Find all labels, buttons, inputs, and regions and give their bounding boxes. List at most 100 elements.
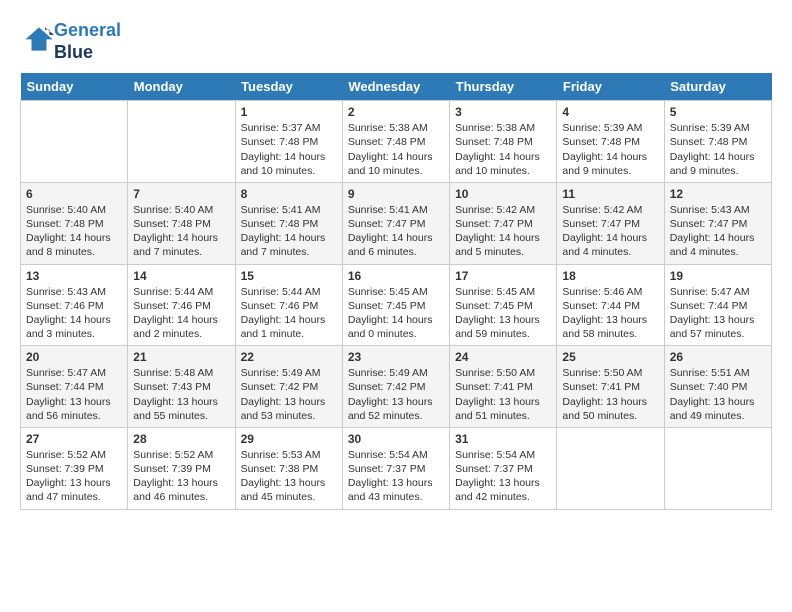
day-info-line: Daylight: 14 hours xyxy=(348,313,444,327)
day-number: 27 xyxy=(26,432,122,446)
day-info-line: Sunrise: 5:49 AM xyxy=(241,366,337,380)
day-info-line: Sunrise: 5:51 AM xyxy=(670,366,766,380)
day-number: 22 xyxy=(241,350,337,364)
calendar-cell: 8Sunrise: 5:41 AMSunset: 7:48 PMDaylight… xyxy=(235,182,342,264)
calendar-cell xyxy=(557,427,664,509)
day-info-line: and 57 minutes. xyxy=(670,327,766,341)
day-info-line: and 9 minutes. xyxy=(670,164,766,178)
day-info-line: and 9 minutes. xyxy=(562,164,658,178)
calendar-cell xyxy=(128,101,235,183)
day-info-line: Sunset: 7:48 PM xyxy=(133,217,229,231)
day-info-line: and 45 minutes. xyxy=(241,490,337,504)
day-info-line: Sunset: 7:45 PM xyxy=(348,299,444,313)
calendar-cell: 30Sunrise: 5:54 AMSunset: 7:37 PMDayligh… xyxy=(342,427,449,509)
day-number: 13 xyxy=(26,269,122,283)
day-info-line: Sunrise: 5:39 AM xyxy=(562,121,658,135)
day-info-line: Sunrise: 5:50 AM xyxy=(455,366,551,380)
day-info-line: and 49 minutes. xyxy=(670,409,766,423)
calendar-cell: 24Sunrise: 5:50 AMSunset: 7:41 PMDayligh… xyxy=(450,346,557,428)
calendar-cell: 1Sunrise: 5:37 AMSunset: 7:48 PMDaylight… xyxy=(235,101,342,183)
weekday-header-sunday: Sunday xyxy=(21,73,128,101)
day-number: 10 xyxy=(455,187,551,201)
day-number: 16 xyxy=(348,269,444,283)
calendar-cell: 11Sunrise: 5:42 AMSunset: 7:47 PMDayligh… xyxy=(557,182,664,264)
day-info-line: Sunrise: 5:43 AM xyxy=(670,203,766,217)
calendar-cell: 7Sunrise: 5:40 AMSunset: 7:48 PMDaylight… xyxy=(128,182,235,264)
day-info-line: Sunset: 7:44 PM xyxy=(562,299,658,313)
calendar-cell: 3Sunrise: 5:38 AMSunset: 7:48 PMDaylight… xyxy=(450,101,557,183)
day-info-line: Sunrise: 5:37 AM xyxy=(241,121,337,135)
day-info-line: Daylight: 14 hours xyxy=(133,313,229,327)
day-info-line: and 10 minutes. xyxy=(455,164,551,178)
day-number: 18 xyxy=(562,269,658,283)
day-info-line: and 50 minutes. xyxy=(562,409,658,423)
day-number: 6 xyxy=(26,187,122,201)
day-info-line: and 10 minutes. xyxy=(348,164,444,178)
day-info-line: Sunset: 7:48 PM xyxy=(241,217,337,231)
day-number: 20 xyxy=(26,350,122,364)
day-number: 1 xyxy=(241,105,337,119)
day-info-line: Daylight: 14 hours xyxy=(26,313,122,327)
day-info-line: Sunset: 7:45 PM xyxy=(455,299,551,313)
day-info-line: Sunrise: 5:40 AM xyxy=(133,203,229,217)
calendar-cell: 28Sunrise: 5:52 AMSunset: 7:39 PMDayligh… xyxy=(128,427,235,509)
day-info-line: Daylight: 13 hours xyxy=(562,313,658,327)
calendar-cell: 31Sunrise: 5:54 AMSunset: 7:37 PMDayligh… xyxy=(450,427,557,509)
calendar-cell: 2Sunrise: 5:38 AMSunset: 7:48 PMDaylight… xyxy=(342,101,449,183)
day-number: 8 xyxy=(241,187,337,201)
day-info-line: Daylight: 14 hours xyxy=(348,150,444,164)
day-info-line: and 2 minutes. xyxy=(133,327,229,341)
day-info-line: Sunset: 7:48 PM xyxy=(455,135,551,149)
day-info-line: Sunrise: 5:53 AM xyxy=(241,448,337,462)
day-info-line: and 4 minutes. xyxy=(670,245,766,259)
day-info-line: Sunrise: 5:52 AM xyxy=(133,448,229,462)
day-info-line: Sunset: 7:46 PM xyxy=(241,299,337,313)
day-info-line: Sunrise: 5:49 AM xyxy=(348,366,444,380)
calendar-cell: 29Sunrise: 5:53 AMSunset: 7:38 PMDayligh… xyxy=(235,427,342,509)
day-info-line: Daylight: 13 hours xyxy=(241,395,337,409)
day-info-line: and 59 minutes. xyxy=(455,327,551,341)
day-info-line: Sunrise: 5:50 AM xyxy=(562,366,658,380)
day-number: 7 xyxy=(133,187,229,201)
day-info-line: Daylight: 13 hours xyxy=(241,476,337,490)
day-info-line: and 43 minutes. xyxy=(348,490,444,504)
page-header: GeneralBlue xyxy=(20,20,772,63)
weekday-header-monday: Monday xyxy=(128,73,235,101)
weekday-header-friday: Friday xyxy=(557,73,664,101)
day-info-line: Sunrise: 5:44 AM xyxy=(133,285,229,299)
calendar-cell: 25Sunrise: 5:50 AMSunset: 7:41 PMDayligh… xyxy=(557,346,664,428)
day-info-line: Daylight: 14 hours xyxy=(241,231,337,245)
calendar-cell: 22Sunrise: 5:49 AMSunset: 7:42 PMDayligh… xyxy=(235,346,342,428)
day-info-line: and 46 minutes. xyxy=(133,490,229,504)
day-info-line: and 1 minute. xyxy=(241,327,337,341)
day-info-line: and 55 minutes. xyxy=(133,409,229,423)
day-info-line: Sunrise: 5:45 AM xyxy=(348,285,444,299)
calendar-cell: 6Sunrise: 5:40 AMSunset: 7:48 PMDaylight… xyxy=(21,182,128,264)
day-info-line: Sunrise: 5:54 AM xyxy=(348,448,444,462)
day-info-line: Daylight: 13 hours xyxy=(455,395,551,409)
day-info-line: Sunset: 7:39 PM xyxy=(133,462,229,476)
day-info-line: and 5 minutes. xyxy=(455,245,551,259)
day-info-line: Sunset: 7:40 PM xyxy=(670,380,766,394)
day-info-line: Sunset: 7:44 PM xyxy=(670,299,766,313)
day-info-line: and 58 minutes. xyxy=(562,327,658,341)
day-info-line: Daylight: 14 hours xyxy=(562,150,658,164)
day-info-line: Sunset: 7:39 PM xyxy=(26,462,122,476)
day-info-line: Sunrise: 5:52 AM xyxy=(26,448,122,462)
day-info-line: Sunrise: 5:39 AM xyxy=(670,121,766,135)
day-info-line: Sunrise: 5:45 AM xyxy=(455,285,551,299)
day-info-line: Sunrise: 5:41 AM xyxy=(348,203,444,217)
day-info-line: and 0 minutes. xyxy=(348,327,444,341)
day-info-line: and 47 minutes. xyxy=(26,490,122,504)
day-info-line: and 6 minutes. xyxy=(348,245,444,259)
day-number: 19 xyxy=(670,269,766,283)
day-info-line: and 7 minutes. xyxy=(133,245,229,259)
day-info-line: and 3 minutes. xyxy=(26,327,122,341)
logo: GeneralBlue xyxy=(20,20,121,63)
day-number: 2 xyxy=(348,105,444,119)
day-info-line: Sunrise: 5:48 AM xyxy=(133,366,229,380)
day-info-line: and 10 minutes. xyxy=(241,164,337,178)
day-info-line: Daylight: 13 hours xyxy=(26,395,122,409)
day-info-line: Sunset: 7:48 PM xyxy=(241,135,337,149)
day-info-line: Sunset: 7:37 PM xyxy=(348,462,444,476)
